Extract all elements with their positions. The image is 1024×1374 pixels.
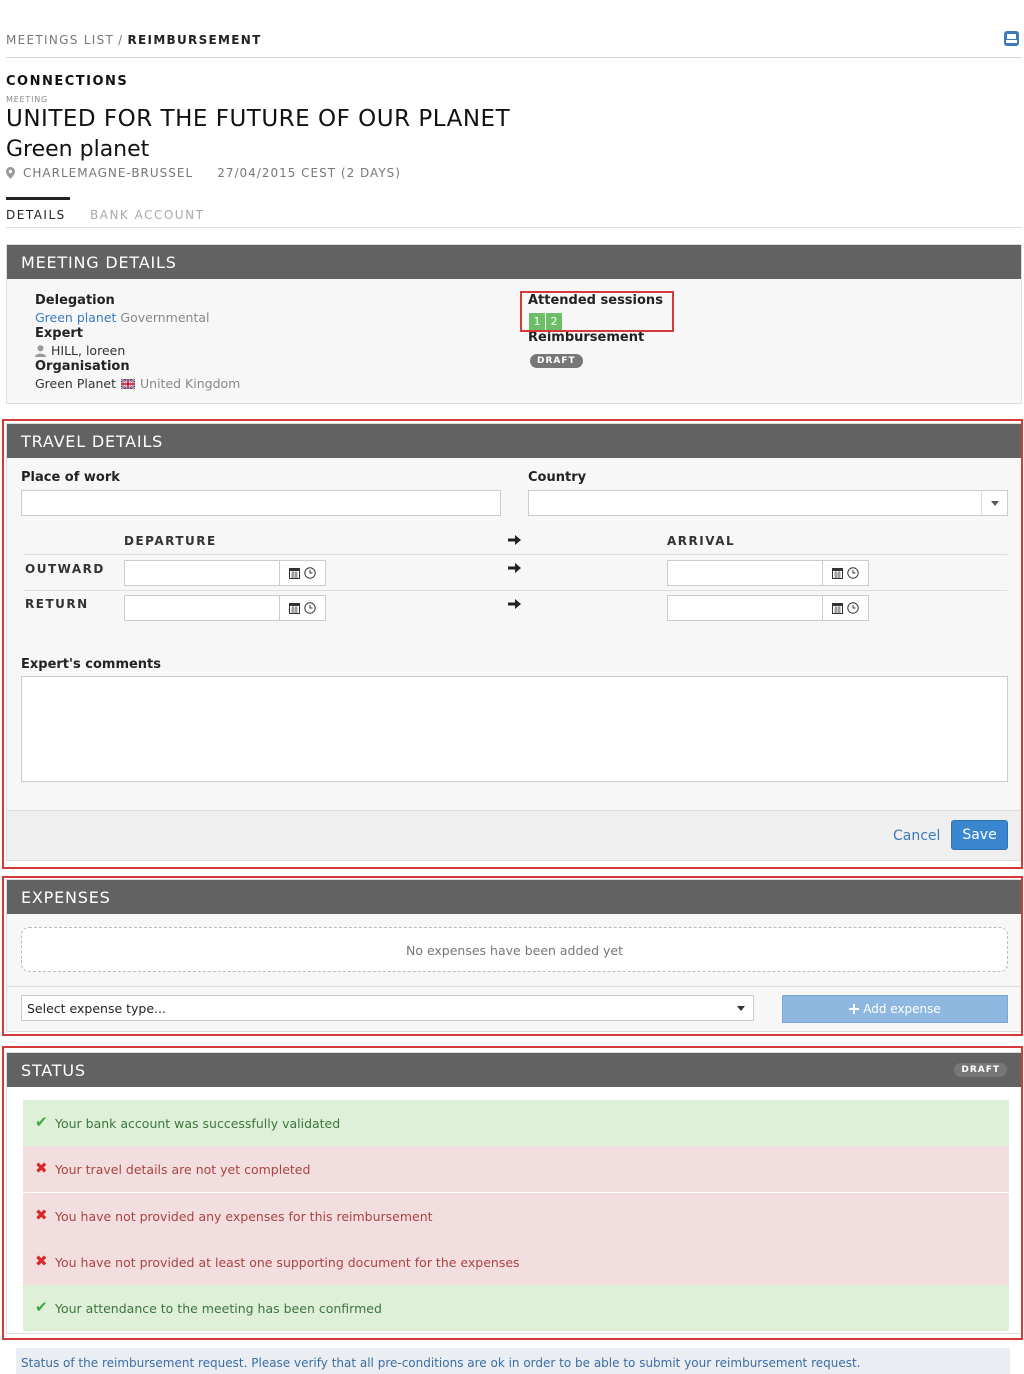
breadcrumb-current: REIMBURSEMENT bbox=[127, 33, 262, 47]
meeting-date: 27/04/2015 CEST (2 DAYS) bbox=[217, 166, 401, 180]
tab-bank-account[interactable]: BANK ACCOUNT bbox=[90, 208, 204, 222]
expert-label: Expert bbox=[35, 326, 84, 341]
expert-name: HILL, loreen bbox=[51, 343, 126, 358]
committee-name: CONNECTIONS bbox=[6, 74, 129, 89]
map-pin-icon bbox=[6, 167, 15, 179]
meeting-subtitle: Green planet bbox=[6, 137, 150, 162]
meeting-eyebrow: MEETING bbox=[6, 95, 49, 104]
reimbursement-label: Reimbursement bbox=[528, 330, 645, 345]
reimbursement-block: Reimbursement DRAFT bbox=[528, 330, 644, 368]
travel-details-highlight bbox=[2, 419, 1023, 869]
organisation-name: Green Planet bbox=[35, 376, 117, 391]
location-name: CHARLEMAGNE-BRUSSEL bbox=[23, 166, 194, 180]
breadcrumb-meetings-list[interactable]: MEETINGS LIST bbox=[6, 33, 114, 47]
organisation-block: Organisation Green Planet United Kingdom bbox=[35, 359, 240, 391]
header-divider bbox=[6, 57, 1022, 58]
expert-block: Expert HILL, loreen bbox=[35, 326, 125, 358]
expenses-highlight bbox=[2, 876, 1023, 1036]
breadcrumb-separator: / bbox=[118, 33, 124, 47]
inbox-icon[interactable] bbox=[1003, 30, 1020, 47]
meeting-details-heading: MEETING DETAILS bbox=[7, 245, 1021, 279]
delegation-label: Delegation bbox=[35, 293, 115, 308]
uk-flag-icon bbox=[121, 378, 136, 389]
meeting-title: UNITED FOR THE FUTURE OF OUR PLANET bbox=[6, 106, 511, 132]
attended-sessions-highlight bbox=[520, 291, 674, 332]
meeting-details-panel: MEETING DETAILS Delegation Green planet … bbox=[6, 244, 1022, 404]
delegation-type: Governmental bbox=[120, 310, 210, 325]
breadcrumb: MEETINGS LIST / REIMBURSEMENT bbox=[6, 33, 262, 47]
tab-bar: DETAILS BANK ACCOUNT bbox=[6, 197, 1022, 228]
status-highlight bbox=[2, 1046, 1023, 1340]
organisation-country: United Kingdom bbox=[140, 376, 241, 391]
reimbursement-status-badge: DRAFT bbox=[530, 354, 583, 368]
user-icon bbox=[35, 344, 46, 357]
delegation-link[interactable]: Green planet bbox=[35, 310, 116, 325]
tab-details[interactable]: DETAILS bbox=[6, 197, 70, 222]
status-help-note: Status of the reimbursement request. Ple… bbox=[16, 1348, 1010, 1374]
meeting-location: CHARLEMAGNE-BRUSSEL 27/04/2015 CEST (2 D… bbox=[6, 166, 401, 180]
organisation-label: Organisation bbox=[35, 359, 130, 374]
delegation-block: Delegation Green planet Governmental bbox=[35, 293, 210, 325]
